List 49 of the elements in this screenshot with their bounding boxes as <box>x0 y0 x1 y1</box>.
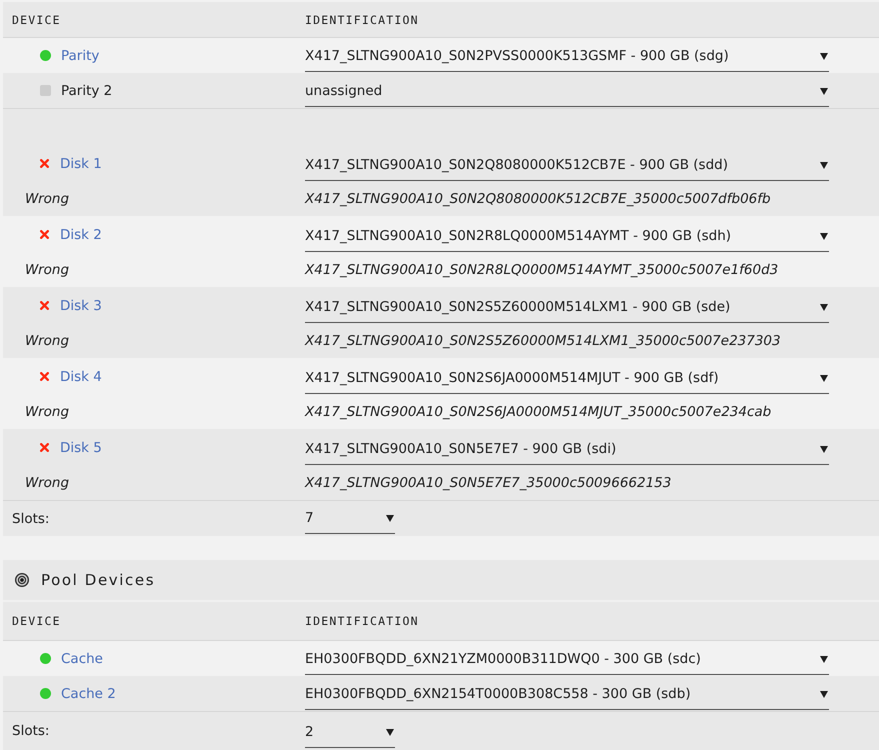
caret-icon <box>820 446 828 452</box>
device-dropdown[interactable]: EH0300FBQDD_6XN2154T0000B308C558 - 300 GB (sdb) <box>305 679 829 710</box>
device-dropdown[interactable]: X417_SLTNG900A10_S0N2S6JA0000M514MJUT - 900 GB (sdf) <box>305 363 829 394</box>
device-link[interactable]: Disk 1 <box>60 156 102 172</box>
caret-icon <box>820 690 828 698</box>
caret-icon <box>820 232 828 240</box>
device-dropdown[interactable]: X417_SLTNG900A10_S0N2R8LQ0000M514AYMT - 900 GB (sdh) <box>305 221 829 252</box>
error-label: Wrong <box>25 404 70 420</box>
caret-icon <box>820 88 828 94</box>
error-label: Wrong <box>25 333 70 349</box>
slots-label: Slots: <box>12 510 50 526</box>
error-label: Wrong <box>25 262 70 278</box>
caret-icon <box>386 728 394 736</box>
column-header: DEVICE <box>12 12 61 26</box>
expected-id-text: X417_SLTNG900A10_S0N5E7E7_35000c50096662153 <box>305 475 672 491</box>
device-link[interactable]: Disk 3 <box>60 298 102 314</box>
slots-dropdown[interactable]: 7 <box>305 503 395 534</box>
caret-icon <box>386 514 394 522</box>
device-dropdown[interactable]: X417_SLTNG900A10_S0N2S5Z60000M514LXM1 - 900 GB (sde) <box>305 292 829 323</box>
device-link[interactable]: Cache 2 <box>61 686 116 702</box>
device-dropdown[interactable]: X417_SLTNG900A10_S0N2PVSS0000K513GSMF - 900 GB (sdg) <box>305 41 829 72</box>
target-icon <box>15 573 29 587</box>
slots-label: Slots: <box>12 723 50 739</box>
slots-dropdown[interactable]: 2 <box>305 717 395 748</box>
device-dropdown[interactable]: EH0300FBQDD_6XN21YZM0000B311DWQ0 - 300 GB (sdc) <box>305 644 829 675</box>
caret-icon <box>820 374 828 382</box>
device-link[interactable]: Disk 2 <box>60 226 102 242</box>
expected-id-text: X417_SLTNG900A10_S0N2S6JA0000M514MJUT_35000c5007e234cab <box>305 404 772 420</box>
device-dropdown[interactable]: X417_SLTNG900A10_S0N2Q8080000K512CB7E - 900 GB (sdd) <box>305 150 829 181</box>
caret-icon <box>820 52 828 60</box>
device-link[interactable]: Cache <box>61 650 103 666</box>
device-name: Parity 2 <box>61 82 112 98</box>
device-link[interactable]: Parity <box>61 48 100 64</box>
column-header: IDENTIFICATION <box>305 12 419 26</box>
expected-id-text: X417_SLTNG900A10_S0N2Q8080000K512CB7E_35000c5007dfb06fb <box>305 191 771 207</box>
caret-icon <box>820 656 828 662</box>
column-header: DEVICE <box>12 614 61 628</box>
expected-id-text: X417_SLTNG900A10_S0N2R8LQ0000M514AYMT_35000c5007e1f60d3 <box>305 262 778 278</box>
device-dropdown[interactable]: X417_SLTNG900A10_S0N5E7E7 - 900 GB (sdi) <box>305 434 829 465</box>
caret-icon <box>820 162 828 168</box>
device-link[interactable]: Disk 5 <box>60 440 102 456</box>
device-dropdown[interactable]: unassigned <box>305 76 829 107</box>
caret-icon <box>820 304 828 310</box>
error-label: Wrong <box>25 475 70 491</box>
column-header: IDENTIFICATION <box>305 614 419 628</box>
device-link[interactable]: Disk 4 <box>60 368 102 384</box>
section-title: Pool Devices <box>41 571 156 589</box>
expected-id-text: X417_SLTNG900A10_S0N2S5Z60000M514LXM1_35000c5007e237303 <box>305 333 781 349</box>
error-label: Wrong <box>25 191 70 207</box>
